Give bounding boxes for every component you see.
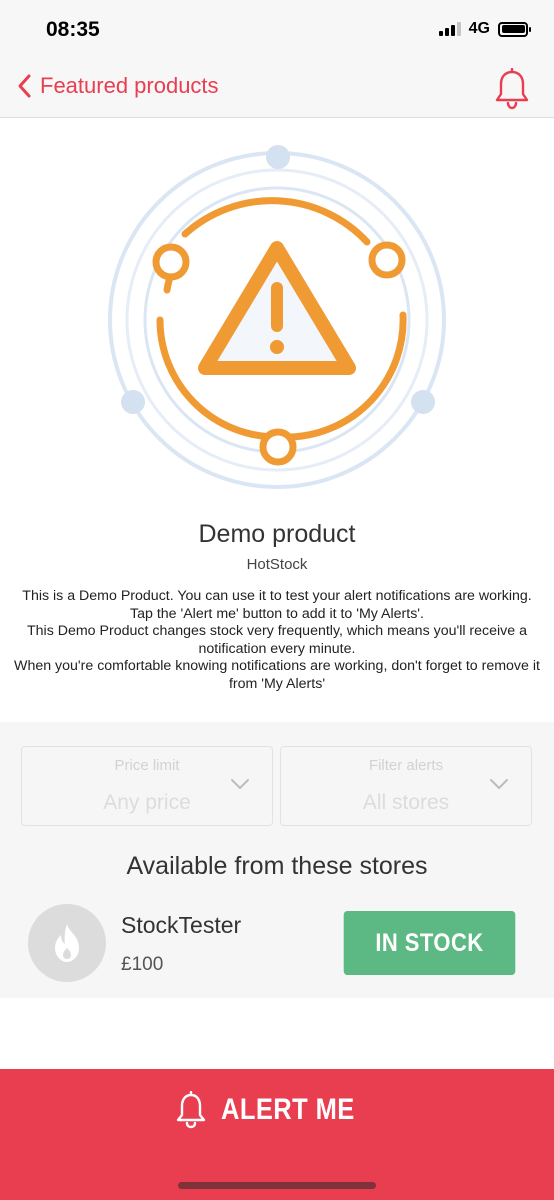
warning-illustration [108,145,446,489]
bell-icon [177,1091,206,1129]
store-row: StockTester £100 IN STOCK [0,902,554,982]
product-title: Demo product [198,520,356,548]
store-avatar [28,904,106,982]
filters-area: Price limit Any price Filter alerts All … [0,722,554,998]
store-name: StockTester [121,912,242,938]
price-limit-select[interactable]: Price limit Any price [21,746,273,826]
description-line: When you're comfortable knowing notifica… [14,658,540,692]
back-button[interactable]: Featured products [14,72,219,100]
status-bar: 08:35 4G [0,0,554,60]
nav-bar: Featured products [0,60,554,118]
description-line: This is a Demo Product. You can use it t… [22,588,532,604]
chevron-down-icon [490,779,508,789]
back-label: Featured products [40,73,219,98]
home-indicator [178,1182,376,1189]
battery-icon [498,21,531,37]
flame-icon [55,924,79,962]
chevron-left-icon [18,74,31,98]
alert-me-button[interactable]: ALERT ME [0,1069,554,1200]
description-line: This Demo Product changes stock very fre… [26,623,528,657]
description-line: Tap the 'Alert me' button to add it to '… [130,605,424,622]
in-stock-button[interactable]: IN STOCK [343,911,516,975]
alert-me-content: ALERT ME [0,1091,554,1129]
signal-icon [438,22,461,36]
chevron-down-icon [231,779,249,789]
filter-alerts-value: All stores [362,791,450,814]
network-type: 4G [468,20,490,37]
product-description: This is a Demo Product. You can use it t… [10,588,544,693]
product-brand: HotStock [246,556,308,573]
price-limit-value: Any price [103,791,191,814]
filter-alerts-label: Filter alerts [368,757,444,774]
price-limit-label: Price limit [114,757,180,774]
alert-me-label: ALERT ME [221,1093,356,1126]
status-time: 08:35 [46,18,100,41]
status-indicators: 4G [438,20,531,38]
bell-icon[interactable] [494,68,530,110]
stores-section-title: Available from these stores [126,852,428,880]
store-price: £100 [121,954,164,975]
filter-alerts-select[interactable]: Filter alerts All stores [280,746,532,826]
